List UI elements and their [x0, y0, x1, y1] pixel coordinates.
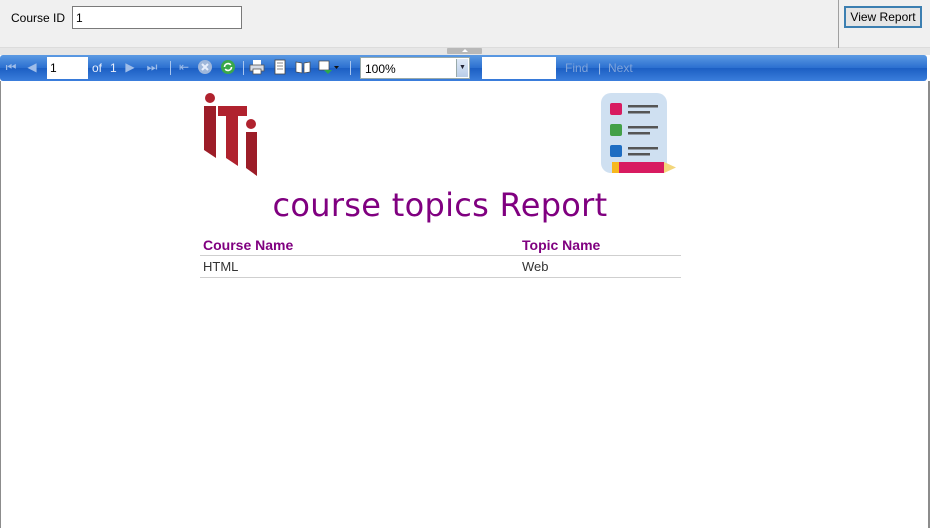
table-header-row: Course Name Topic Name [200, 234, 681, 256]
current-page-input[interactable] [47, 57, 88, 79]
total-pages-label: 1 [110, 61, 117, 75]
next-page-icon[interactable]: ▶ [122, 59, 138, 75]
course-name-cell: HTML [203, 259, 239, 274]
page-of-label: of [92, 61, 103, 75]
course-id-label: Course ID [11, 11, 66, 25]
previous-page-icon[interactable]: ◀ [24, 59, 40, 75]
report-table: Course Name Topic Name HTML Web [200, 234, 681, 278]
course-id-input[interactable] [72, 6, 242, 29]
stop-icon[interactable] [197, 59, 213, 75]
zoom-select[interactable]: 100% ▼ [360, 57, 470, 79]
print-icon[interactable] [249, 59, 265, 75]
last-page-icon[interactable]: ⏭ [144, 59, 160, 75]
page-setup-icon[interactable] [272, 59, 288, 75]
find-next-separator: | [598, 61, 602, 75]
print-layout-icon[interactable] [295, 59, 311, 75]
column-header-topic-name: Topic Name [522, 237, 601, 253]
export-icon[interactable] [318, 59, 339, 75]
find-text-input[interactable] [482, 57, 556, 79]
find-link[interactable]: Find [565, 61, 588, 75]
topic-name-cell: Web [522, 259, 549, 274]
zoom-value: 100% [365, 62, 396, 76]
report-viewer-window: Course ID View Report ⏮ ◀ of 1 ▶ ⏭ ⇤ [0, 0, 930, 528]
chevron-down-icon[interactable]: ▼ [456, 59, 468, 77]
report-canvas [0, 81, 930, 528]
toolbar-separator [243, 61, 244, 75]
collapse-parameters-handle[interactable] [447, 48, 482, 54]
table-row: HTML Web [200, 256, 681, 278]
view-report-button[interactable]: View Report [844, 6, 922, 28]
refresh-icon[interactable] [220, 59, 236, 75]
parameter-divider [838, 0, 839, 48]
parameter-area: Course ID View Report [0, 0, 930, 48]
report-toolbar: ⏮ ◀ of 1 ▶ ⏭ ⇤ 100% ▼ F [0, 55, 927, 81]
report-title: course topics Report [272, 186, 608, 224]
iti-logo [204, 93, 257, 176]
toolbar-separator [170, 61, 171, 75]
first-page-icon[interactable]: ⏮ [3, 59, 19, 75]
find-next-link[interactable]: Next [608, 61, 633, 75]
topics-list-icon [601, 93, 676, 173]
toolbar-separator [350, 61, 351, 75]
back-to-parent-icon[interactable]: ⇤ [176, 59, 192, 75]
column-header-course-name: Course Name [203, 237, 294, 253]
